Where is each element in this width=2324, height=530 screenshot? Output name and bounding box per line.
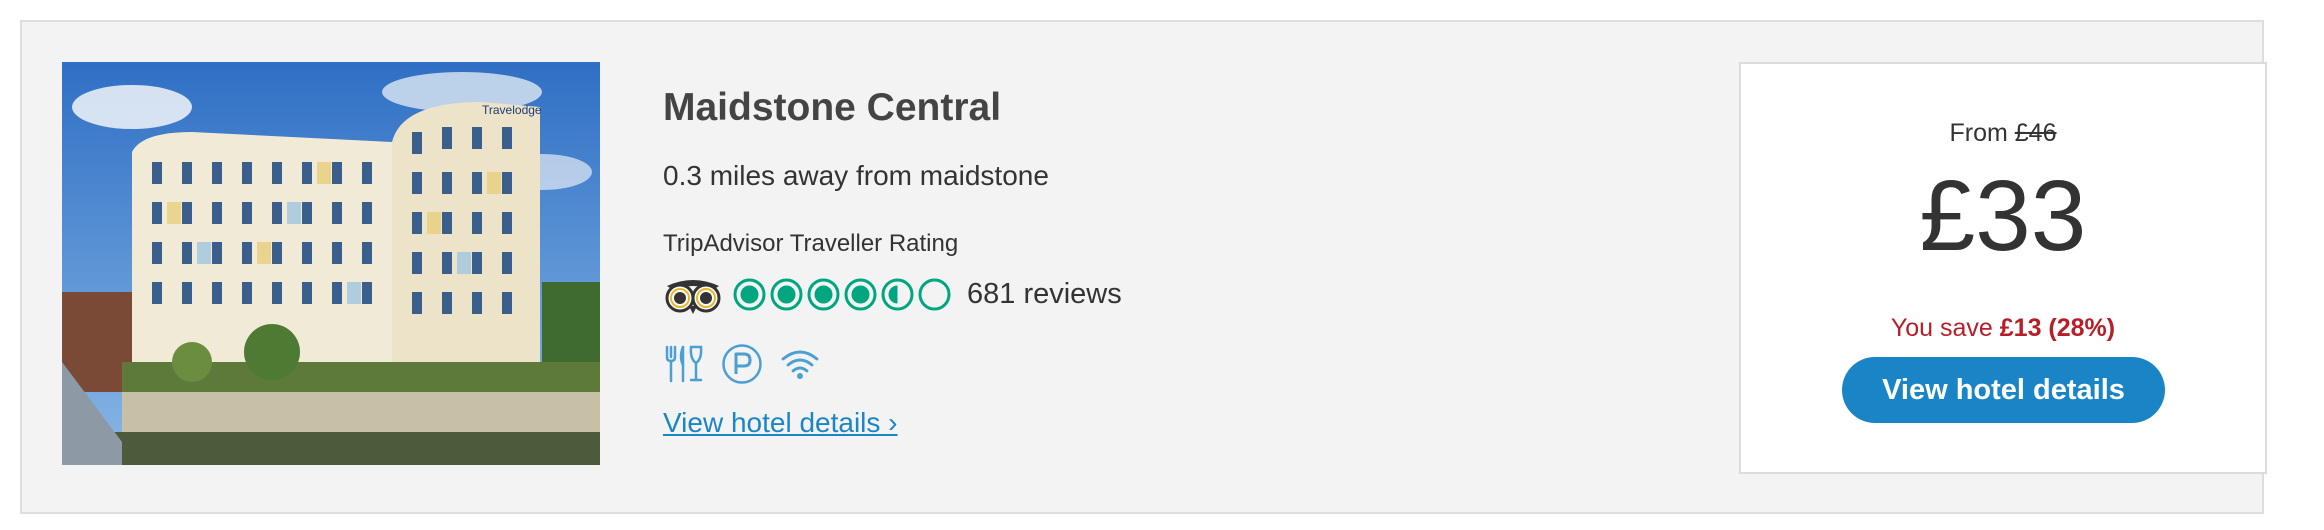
rating-bubble-half [881, 278, 914, 310]
save-amount: £13 (28%) [1999, 314, 2116, 342]
hotel-name[interactable]: Maidstone Central [663, 86, 1001, 130]
savings-row: You save £13 (28%) [1741, 314, 2265, 343]
tripadvisor-rating: 681 reviews [663, 272, 1122, 316]
tripadvisor-rating-label: TripAdvisor Traveller Rating [663, 230, 959, 257]
current-price: £33 [1919, 160, 2087, 272]
rating-bubble-3 [807, 278, 840, 310]
hotel-photo[interactable]: Travelodge [62, 62, 600, 465]
hotel-distance: 0.3 miles away from maidstone [663, 160, 1049, 191]
price-box: From £46 £33 You save £13 (28%) View hot… [1739, 62, 2267, 474]
rating-bubbles [733, 278, 955, 311]
hotel-card: Travelodge Maidstone Central 0.3 miles a… [20, 20, 2267, 514]
tripadvisor-owl-icon [665, 280, 721, 314]
rating-bubble-2 [770, 278, 803, 310]
review-count[interactable]: 681 reviews [967, 278, 1122, 311]
wifi-icon [781, 350, 819, 379]
amenities [663, 343, 837, 385]
restaurant-icon [665, 345, 703, 383]
from-price-row: From £46 [1741, 119, 2265, 148]
from-label: From [1949, 119, 2008, 147]
view-hotel-details-button[interactable]: View hotel details [1842, 357, 2165, 423]
rating-bubble-4 [844, 278, 877, 310]
save-label: You save [1890, 314, 1993, 342]
parking-icon [722, 344, 762, 384]
view-hotel-details-link[interactable]: View hotel details › [663, 407, 898, 439]
rating-bubble-1 [733, 278, 766, 310]
rating-bubble-empty [918, 278, 951, 310]
svg-text:Travelodge: Travelodge [482, 103, 542, 117]
old-price: £46 [2014, 119, 2057, 147]
